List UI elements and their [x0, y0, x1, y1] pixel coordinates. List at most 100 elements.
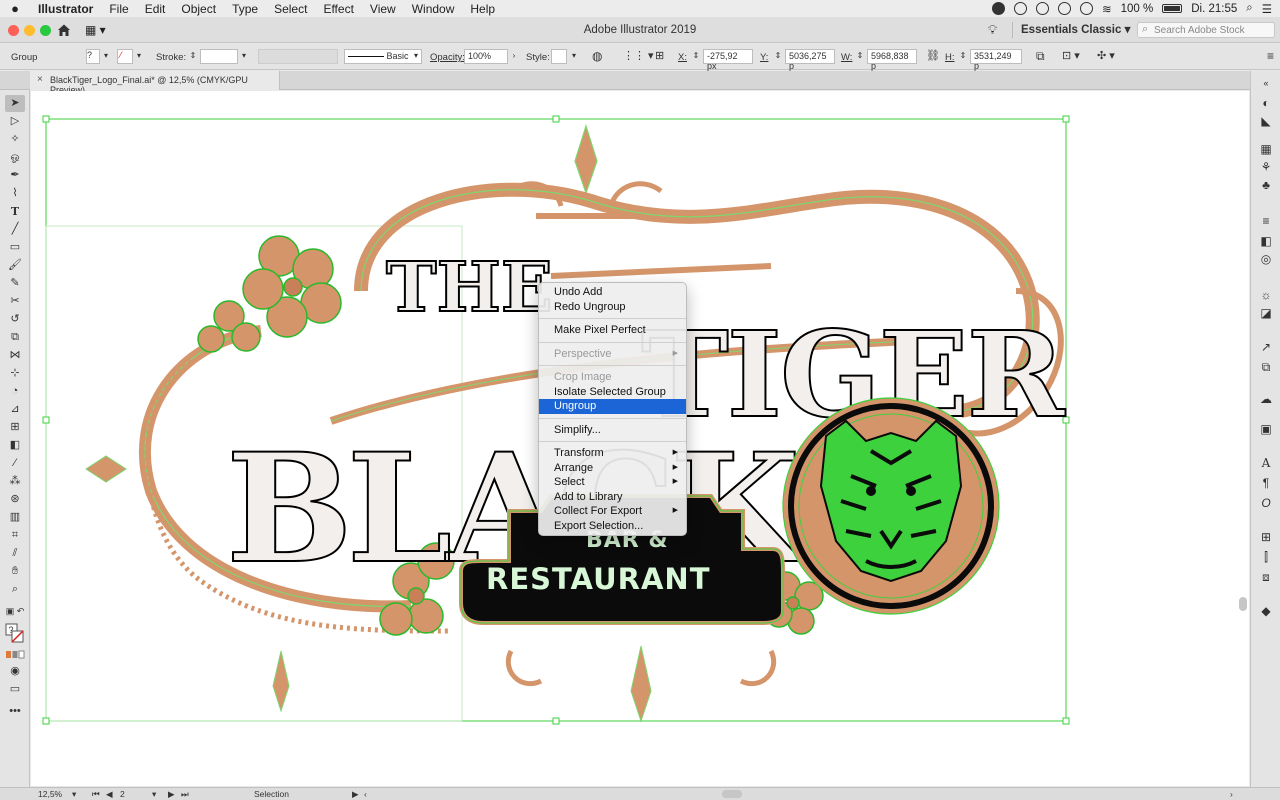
libraries-panel-icon[interactable]: ☁	[1258, 391, 1274, 407]
magic-wand-tool-icon[interactable]: ✧	[5, 131, 25, 148]
vertical-scroll-thumb[interactable]	[1239, 597, 1247, 611]
gradient-panel-icon[interactable]: ◧	[1258, 233, 1274, 249]
opacity-label[interactable]: Opacity:	[430, 52, 465, 63]
w-stepper[interactable]: ⇕	[854, 49, 866, 64]
stroke-panel-icon[interactable]: ≡	[1258, 213, 1274, 229]
menu-help[interactable]: Help	[462, 2, 503, 16]
next-artboard-button[interactable]: ▶	[168, 789, 175, 800]
menu-window[interactable]: Window	[404, 2, 463, 16]
menu-item-add-to-library[interactable]: Add to Library	[539, 490, 686, 505]
puppet-warp-icon[interactable]: ✣ ▾	[1097, 49, 1115, 62]
opacity-dropdown[interactable]: ›	[508, 49, 520, 64]
menu-item-isolate-group[interactable]: Isolate Selected Group	[539, 385, 686, 400]
menu-item-arrange[interactable]: Arrange ▶	[539, 461, 686, 476]
status-menu-arrow[interactable]: ▶	[352, 789, 359, 800]
selection-tool-icon[interactable]: ➤	[5, 95, 25, 112]
stroke-stepper[interactable]: ⇕	[187, 49, 199, 64]
menu-app[interactable]: Illustrator	[30, 2, 101, 16]
blend-tool-icon[interactable]: ⁂	[5, 473, 25, 490]
default-colors-icon[interactable]: ▣ ↶	[5, 603, 25, 620]
first-artboard-button[interactable]: ⏮	[92, 789, 100, 800]
fill-dropdown[interactable]: ▾	[100, 49, 112, 64]
transform-panel-strip-icon[interactable]: ⧈	[1258, 569, 1274, 585]
stroke-weight-field[interactable]	[200, 49, 238, 64]
artboard-tool-icon[interactable]: ⌗	[5, 527, 25, 544]
hand-tool-icon[interactable]: ✋︎	[5, 563, 25, 580]
eyedropper-tool-icon[interactable]: ⁄	[5, 455, 25, 472]
transform-panel-icon[interactable]: ⧉	[1036, 49, 1045, 64]
previous-artboard-button[interactable]: ◀	[106, 789, 113, 800]
scroll-left-button[interactable]: ‹	[364, 789, 367, 799]
zoom-tool-icon[interactable]: ⌕	[5, 581, 25, 598]
rotate-tool-icon[interactable]: ↺	[5, 311, 25, 328]
x-stepper[interactable]: ⇕	[690, 49, 702, 64]
pen-tool-icon[interactable]: ✒	[5, 167, 25, 184]
apple-icon[interactable]: ●	[0, 1, 30, 16]
paragraph-panel-icon[interactable]: ¶	[1258, 475, 1274, 491]
menu-type[interactable]: Type	[224, 2, 266, 16]
swatches-panel-icon[interactable]: ▦	[1258, 141, 1274, 157]
document-tab[interactable]: × BlackTiger_Logo_Final.ai* @ 12,5% (CMY…	[30, 71, 280, 95]
screen-mode-icon[interactable]: ▭	[5, 681, 25, 698]
menu-item-ungroup[interactable]: Ungroup	[539, 399, 686, 414]
menu-item-simplify[interactable]: Simplify...	[539, 423, 686, 438]
recolor-artwork-icon[interactable]: ◍	[592, 49, 602, 63]
draw-mode-icon[interactable]: ◉	[5, 663, 25, 680]
y-stepper[interactable]: ⇕	[772, 49, 784, 64]
align-icon[interactable]: ⋮⋮ ▾	[623, 49, 654, 62]
color-guide-panel-icon[interactable]: ◣	[1258, 113, 1274, 129]
menu-effect[interactable]: Effect	[315, 2, 361, 16]
perspective-grid-tool-icon[interactable]: ⊿	[5, 401, 25, 418]
w-field[interactable]: 5968,838 p	[867, 49, 917, 71]
graphic-style-swatch[interactable]	[551, 49, 567, 64]
workspace-switcher[interactable]: Essentials Classic ▾	[1012, 22, 1130, 38]
vertical-scrollbar[interactable]	[1237, 92, 1249, 786]
artboard-number[interactable]: 2	[120, 789, 125, 799]
menu-edit[interactable]: Edit	[137, 2, 174, 16]
scissors-tool-icon[interactable]: ✂	[5, 293, 25, 310]
x-field[interactable]: -275,92 px	[703, 49, 753, 71]
menu-object[interactable]: Object	[173, 2, 224, 16]
shape-builder-tool-icon[interactable]: ◔	[5, 383, 25, 400]
brush-dropdown[interactable]: ▾	[410, 49, 422, 64]
stroke-swatch[interactable]: ⁄	[117, 49, 133, 64]
current-tool-status[interactable]: Selection	[254, 789, 289, 799]
fill-stroke-icon[interactable]: ?	[5, 623, 25, 645]
transparency-panel-icon[interactable]: ◎	[1258, 251, 1274, 267]
paintbrush-tool-icon[interactable]: 🖌︎	[5, 257, 25, 274]
artboard-dropdown-icon[interactable]: ▾	[152, 789, 156, 800]
scroll-right-button[interactable]: ›	[1230, 789, 1233, 799]
menu-file[interactable]: File	[101, 2, 136, 16]
menu-item-undo[interactable]: Undo Add	[539, 285, 686, 300]
gradient-tool-icon[interactable]: ◧	[5, 437, 25, 454]
edit-toolbar-icon[interactable]: •••	[5, 703, 25, 720]
scale-tool-icon[interactable]: ⧉	[5, 329, 25, 346]
h-stepper[interactable]: ⇕	[957, 49, 969, 64]
stroke-weight-dropdown[interactable]: ▾	[238, 49, 250, 64]
appearance-panel-icon[interactable]: ☼	[1258, 287, 1274, 303]
battery-icon[interactable]	[1162, 4, 1183, 13]
free-transform-tool-icon[interactable]: ⊹	[5, 365, 25, 382]
line-segment-tool-icon[interactable]: ╱	[5, 221, 25, 238]
image-trace-panel-icon[interactable]: ▣	[1258, 421, 1274, 437]
adobe-stock-search[interactable]: Search Adobe Stock	[1137, 22, 1275, 38]
layers-panel-icon[interactable]: ◆	[1258, 603, 1274, 619]
wifi-icon[interactable]: ≋	[1102, 2, 1112, 16]
control-center-icon[interactable]: ☰	[1262, 2, 1272, 16]
menu-select[interactable]: Select	[266, 2, 315, 16]
lasso-tool-icon[interactable]: ஓ	[5, 149, 25, 166]
y-field[interactable]: 5036,275 p	[785, 49, 835, 71]
symbol-sprayer-tool-icon[interactable]: ⊛	[5, 491, 25, 508]
horizontal-scroll-thumb[interactable]	[722, 790, 742, 798]
curvature-tool-icon[interactable]: ⌇	[5, 185, 25, 202]
column-graph-tool-icon[interactable]: ▥	[5, 509, 25, 526]
control-panel-menu-icon[interactable]: ≡	[1267, 49, 1274, 63]
color-panel-icon[interactable]: ◐	[1258, 95, 1274, 111]
width-tool-icon[interactable]: ⋈	[5, 347, 25, 364]
stroke-swatch-dropdown[interactable]: ▾	[133, 49, 145, 64]
artboards-panel-icon[interactable]: ⧉	[1258, 359, 1274, 375]
opacity-field[interactable]: 100%	[464, 49, 508, 64]
menu-view[interactable]: View	[362, 2, 404, 16]
shaper-tool-icon[interactable]: ✎	[5, 275, 25, 292]
zoom-level[interactable]: 12,5%	[38, 789, 62, 799]
